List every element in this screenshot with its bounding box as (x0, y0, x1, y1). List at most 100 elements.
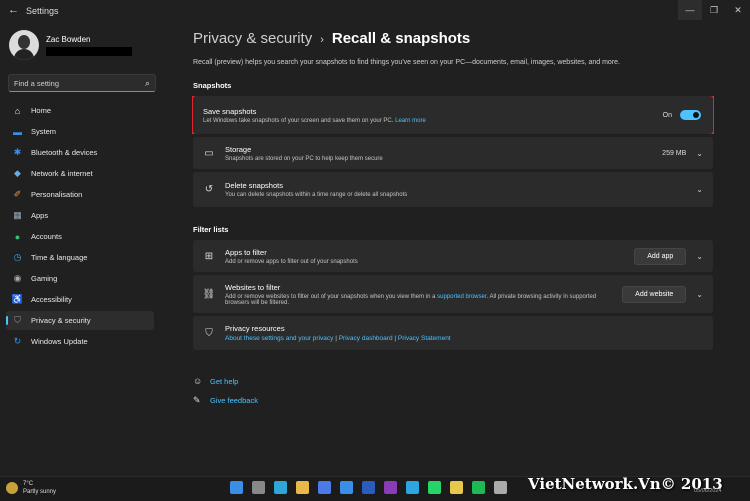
search-input[interactable]: Find a setting ⌕ (8, 74, 156, 92)
breadcrumb-parent[interactable]: Privacy & security (193, 30, 312, 47)
weather-temp: 7°C (23, 481, 34, 487)
chevron-right-icon: › (320, 34, 324, 46)
apps-filter-card[interactable]: ⊞ Apps to filter Add or remove apps to f… (193, 240, 713, 272)
sidebar-item-label: Privacy & security (31, 316, 91, 325)
profile-name: Zac Bowden (46, 34, 91, 44)
storage-subtitle: Snapshots are stored on your PC to help … (225, 155, 383, 162)
privacy-dashboard-link[interactable]: Privacy dashboard (339, 335, 393, 342)
onenote-icon[interactable] (384, 481, 397, 494)
sidebar-item-label: System (31, 127, 57, 136)
photos-icon[interactable] (340, 481, 353, 494)
word-icon[interactable] (362, 481, 375, 494)
profile[interactable]: Zac Bowden (9, 30, 132, 60)
gaming-icon: ◉ (13, 273, 22, 283)
sidebar-item-network-internet[interactable]: ◆ Network & internet (6, 164, 154, 183)
sidebar-item-label: Home (31, 106, 52, 115)
save-snapshots-title: Save snapshots (203, 106, 257, 116)
weather-desc: Partly sunny (23, 489, 57, 495)
filter-lists-heading: Filter lists (193, 225, 229, 234)
save-snapshots-toggle[interactable] (680, 110, 701, 120)
explorer-icon[interactable] (296, 481, 309, 494)
get-help-label: Get help (210, 376, 239, 386)
time-icon: ◷ (13, 252, 22, 262)
privacy-resources-title: Privacy resources (225, 324, 285, 333)
store-icon[interactable] (318, 481, 331, 494)
privacy-resources-card: ⛉ Privacy resources About these settings… (193, 316, 713, 350)
feedback-icon: ✎ (193, 395, 201, 405)
home-icon: ⌂ (14, 105, 21, 116)
chevron-down-icon[interactable]: ⌄ (696, 252, 703, 261)
main-content: Privacy & security › Recall & snapshots … (193, 30, 713, 353)
sidebar-item-time-language[interactable]: ◷ Time & language (6, 248, 154, 267)
help-icon: ☺ (193, 376, 203, 386)
sidebar-item-label: Accounts (31, 232, 62, 241)
network-icon: ◆ (14, 168, 21, 178)
sidebar-item-home[interactable]: ⌂ Home (6, 101, 154, 120)
storage-value: 259 MB (662, 149, 687, 157)
edge-icon[interactable] (274, 481, 287, 494)
privacy-settings-link[interactable]: About these settings and your privacy (225, 335, 333, 342)
whatsapp-icon[interactable] (428, 481, 441, 494)
weather-widget[interactable]: 7°C Partly sunny (6, 480, 56, 496)
sidebar-item-label: Network & internet (31, 169, 93, 178)
supported-browser-link[interactable]: supported browser (437, 294, 486, 300)
nav-list: ⌂ Home ▬ System ✱ Bluetooth & devices ◆ Network… (6, 101, 154, 353)
page-description: Recall (preview) helps you search your s… (193, 59, 620, 66)
taskbar-apps (230, 481, 516, 494)
get-help-link[interactable]: ☺ Get help (193, 376, 258, 386)
apps-filter-title: Apps to filter (225, 247, 267, 257)
sidebar-item-apps[interactable]: ▦ Apps (6, 206, 154, 225)
breadcrumb: Privacy & security › Recall & snapshots (193, 30, 713, 47)
sidebar-item-label: Time & language (31, 253, 88, 262)
sidebar-item-privacy-security[interactable]: ⛉ Privacy & security (6, 311, 154, 330)
chevron-down-icon[interactable]: ⌄ (696, 149, 703, 158)
chevron-down-icon[interactable]: ⌄ (696, 185, 703, 194)
search-icon[interactable] (252, 481, 265, 494)
settings-icon[interactable] (494, 481, 507, 494)
history-icon: ↺ (204, 184, 214, 195)
sidebar-item-bluetooth-devices[interactable]: ✱ Bluetooth & devices (6, 143, 154, 162)
sidebar-item-accounts[interactable]: ● Accounts (6, 227, 154, 246)
give-feedback-link[interactable]: ✎ Give feedback (193, 395, 258, 406)
delete-snapshots-card[interactable]: ↺ Delete snapshots You can delete snapsh… (193, 172, 713, 207)
websites-filter-card[interactable]: ⛓ Websites to filter Add or remove websi… (193, 275, 713, 313)
apps-filter-subtitle: Add or remove apps to filter out of your… (225, 258, 358, 265)
back-arrow-icon[interactable]: ← (8, 4, 19, 16)
add-app-button[interactable]: Add app (634, 247, 687, 265)
sidebar-item-windows-update[interactable]: ↻ Windows Update (6, 332, 154, 351)
accounts-icon: ● (14, 231, 21, 242)
delete-snapshots-title: Delete snapshots (225, 181, 283, 190)
title-bar: ← Settings — ❐ ✕ (0, 0, 750, 22)
save-snapshots-card: Save snapshots Let Windows take snapshot… (193, 96, 713, 134)
give-feedback-label: Give feedback (210, 396, 258, 405)
link-icon: ⛓ (202, 288, 216, 300)
sidebar-item-gaming[interactable]: ◉ Gaming (6, 269, 154, 288)
spotify-icon[interactable] (472, 481, 485, 494)
sun-icon (6, 482, 18, 494)
sidebar-item-system[interactable]: ▬ System (6, 122, 154, 141)
sidebar: Zac Bowden Find a setting ⌕ ⌂ Home ▬ System… (0, 22, 164, 462)
chevron-down-icon[interactable]: ⌄ (696, 290, 703, 299)
sidebar-item-personalisation[interactable]: ✐ Personalisation (6, 185, 154, 204)
brush-icon: ✐ (13, 189, 22, 199)
close-button[interactable]: ✕ (726, 0, 750, 20)
app-title: Settings (26, 6, 59, 16)
star-app-icon[interactable] (450, 481, 463, 494)
sidebar-item-label: Apps (31, 211, 49, 220)
start-icon[interactable] (230, 481, 243, 494)
save-snapshots-subtitle: Let Windows take snapshots of your scree… (203, 117, 394, 124)
storage-card[interactable]: ▭ Storage Snapshots are stored on your P… (193, 137, 713, 169)
telegram-icon[interactable] (406, 481, 419, 494)
search-placeholder: Find a setting (14, 78, 60, 88)
help-links: ☺ Get help ✎ Give feedback (193, 376, 258, 415)
sidebar-item-accessibility[interactable]: ♿ Accessibility (6, 290, 154, 309)
minimize-button[interactable]: — (678, 0, 702, 20)
learn-more-link[interactable]: Learn more (395, 118, 426, 124)
maximize-button[interactable]: ❐ (702, 0, 726, 20)
redacted-email (46, 46, 132, 56)
storage-icon: ▭ (204, 147, 214, 159)
sidebar-item-label: Gaming (31, 274, 58, 283)
add-website-button[interactable]: Add website (622, 285, 687, 303)
update-icon: ↻ (13, 336, 22, 346)
privacy-statement-link[interactable]: Privacy Statement (398, 335, 451, 342)
